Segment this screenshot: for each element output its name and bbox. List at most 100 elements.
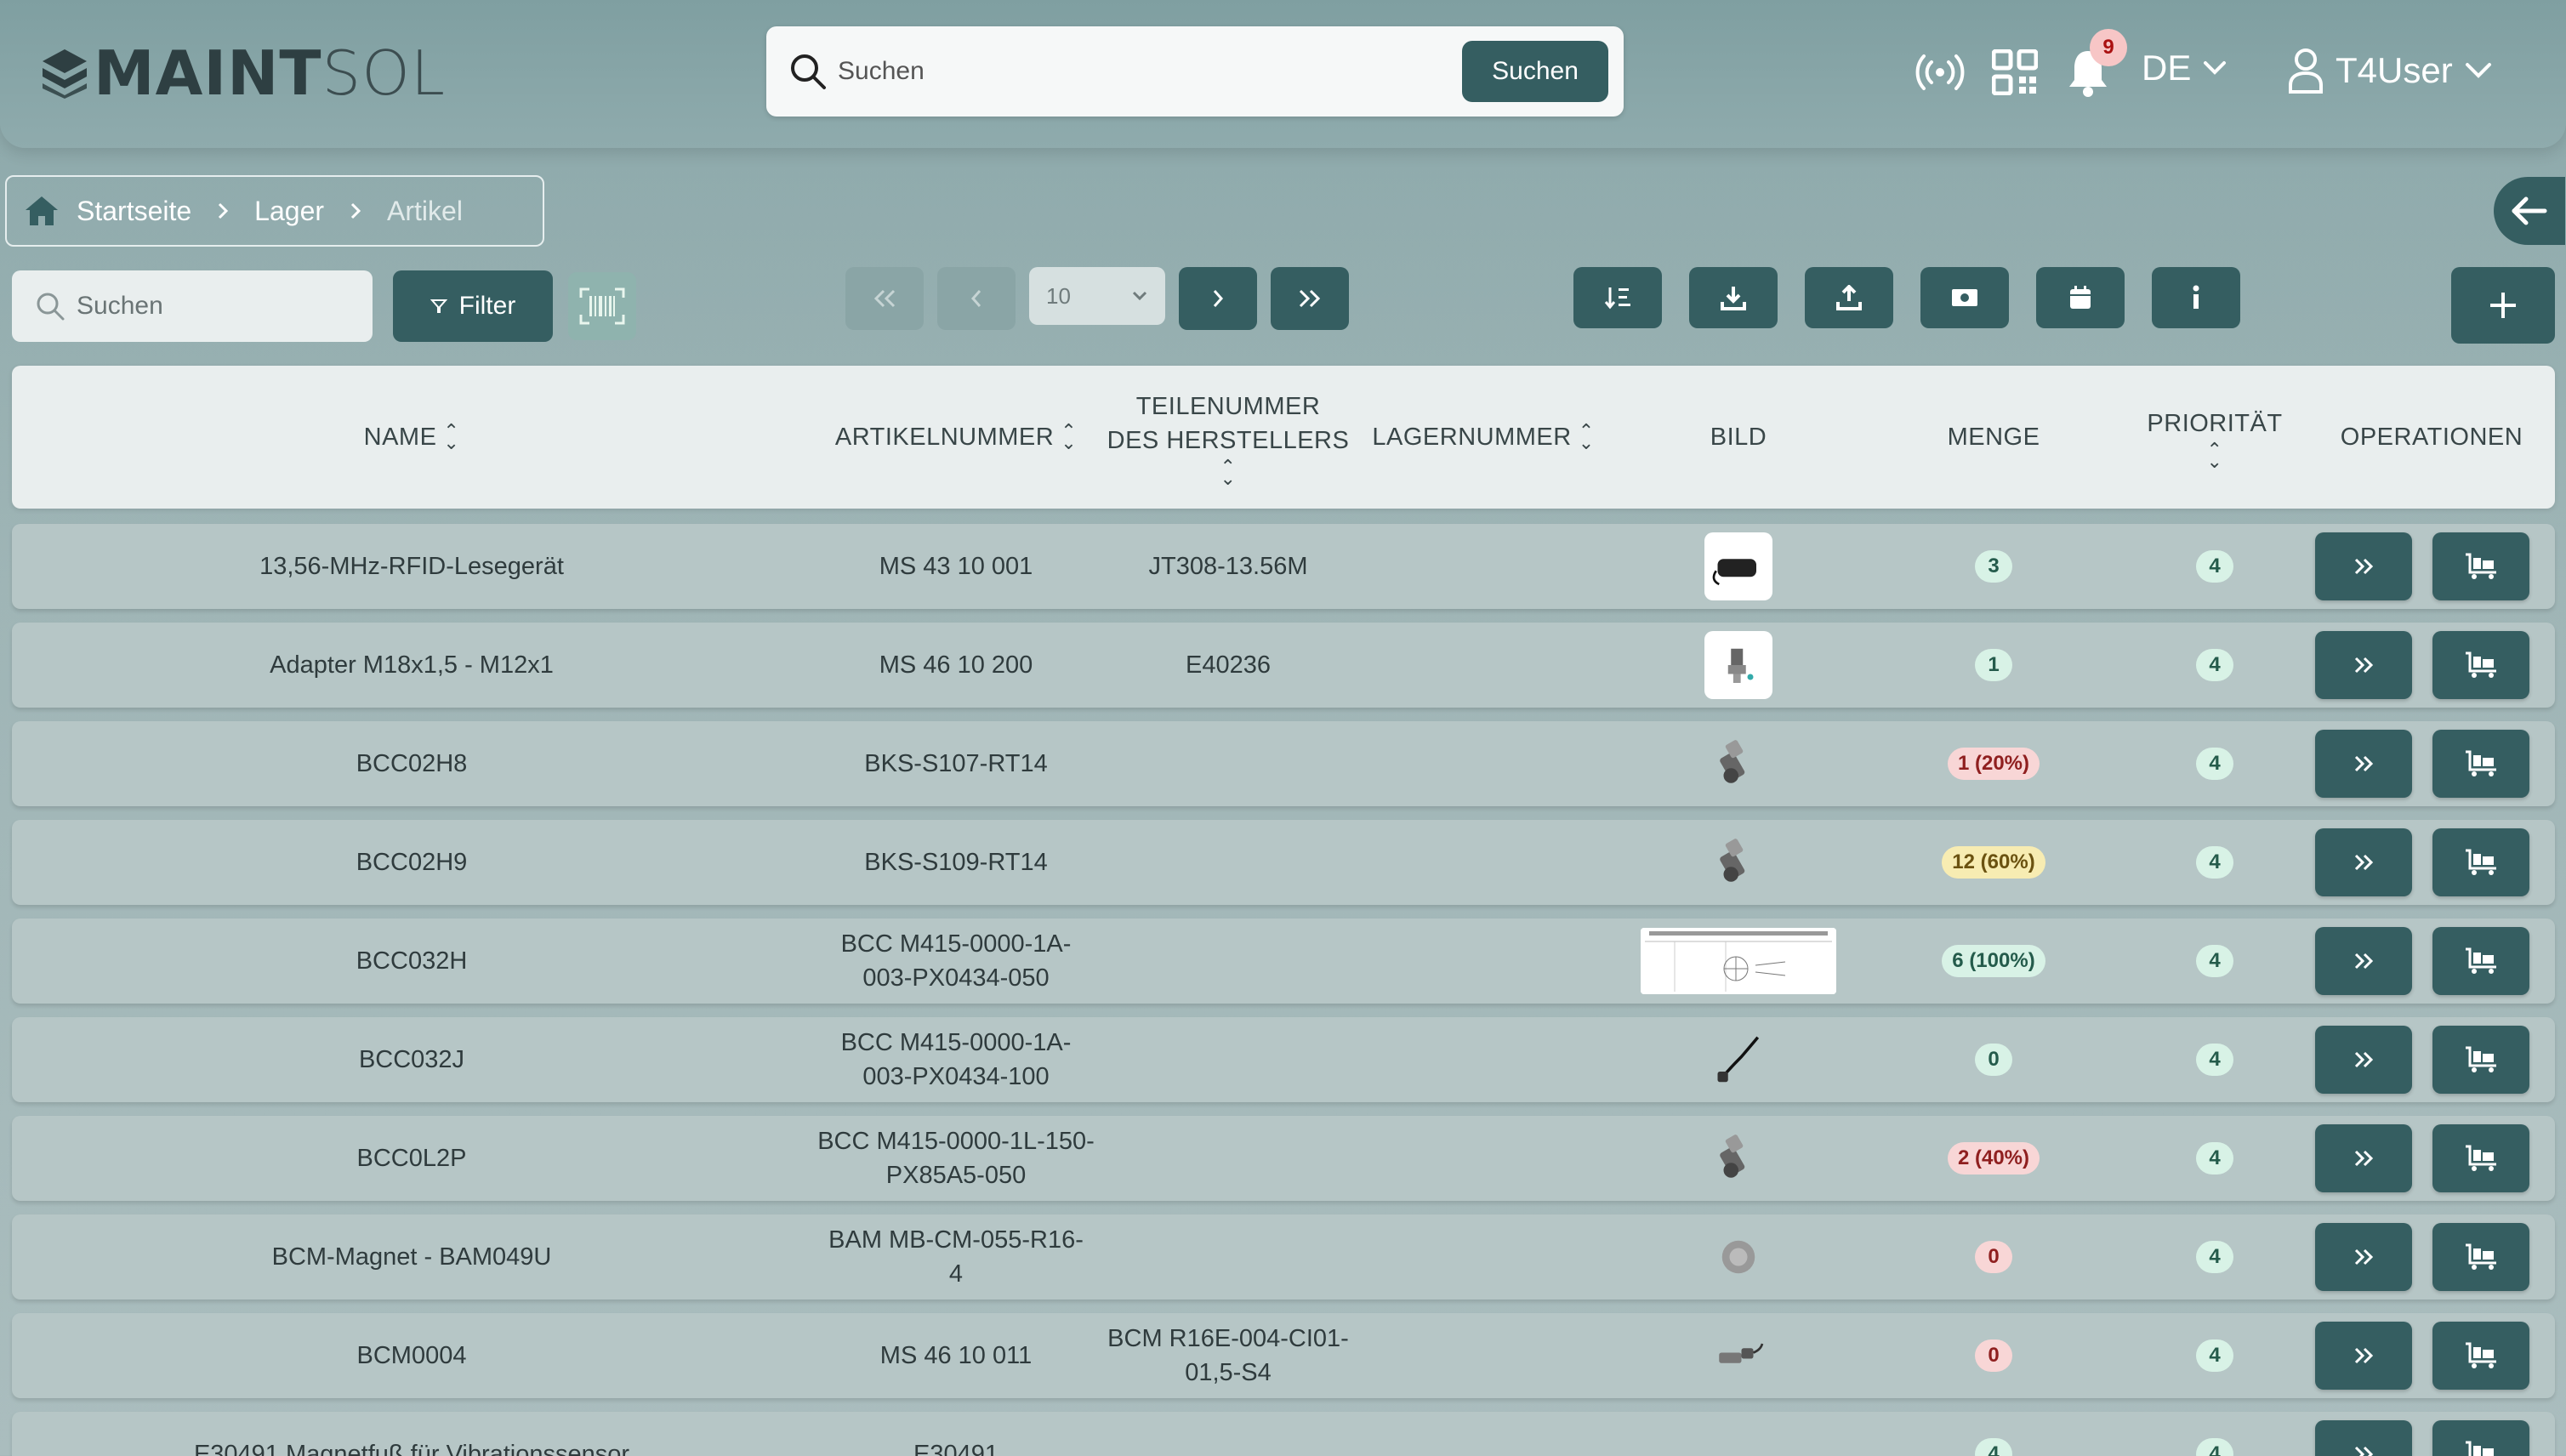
column-header-prioritaet[interactable]: PRIORITÄT ⌃ ⌄	[2087, 366, 2342, 509]
cell-lagernummer	[1356, 1017, 1611, 1102]
sort-button[interactable]	[1573, 267, 1662, 328]
filter-button[interactable]: Filter	[393, 270, 553, 342]
table-row-8[interactable]: BCM-Magnet - BAM049U BAM MB-CM-055-R16- 4…	[12, 1214, 2555, 1300]
open-details-button[interactable]	[2315, 927, 2412, 995]
previous-page-button[interactable]	[937, 267, 1016, 330]
chevron-down-icon	[2204, 61, 2227, 75]
table-row-7[interactable]: BCC0L2P BCC M415-0000-1L-150- PX85A5-050 …	[12, 1116, 2555, 1201]
next-page-button[interactable]	[1179, 267, 1257, 330]
language-selector[interactable]: DE	[2142, 48, 2227, 88]
cell-lagernummer	[1356, 721, 1611, 806]
add-article-button[interactable]	[2451, 267, 2555, 344]
table-row-1[interactable]: 13,56-MHz-RFID-Lesegerät MS 43 10 001 JT…	[12, 524, 2555, 609]
column-header-name[interactable]: NAME ⌃ ⌄	[12, 366, 811, 509]
stock-cart-button[interactable]	[2432, 927, 2529, 995]
rfid-icon[interactable]	[1915, 53, 1965, 92]
stock-cart-button[interactable]	[2432, 730, 2529, 798]
breadcrumb: Startseite Lager Artikel	[5, 175, 544, 247]
connector-image[interactable]	[1704, 730, 1772, 798]
open-details-button[interactable]	[2315, 730, 2412, 798]
user-menu[interactable]: T4User	[2288, 48, 2492, 94]
cell-name: BCC02H9	[356, 849, 468, 876]
stock-cart-button[interactable]	[2432, 1026, 2529, 1094]
user-name: T4User	[2336, 50, 2453, 90]
cell-lagernummer	[1356, 1116, 1611, 1201]
global-search-button[interactable]: Suchen	[1462, 41, 1608, 102]
cell-bild[interactable]	[1611, 721, 1866, 806]
open-details-button[interactable]	[2315, 1420, 2412, 1456]
cell-bild[interactable]	[1611, 524, 1866, 609]
open-details-button[interactable]	[2315, 1124, 2412, 1192]
cell-menge: 3	[1866, 524, 2121, 609]
cell-bild[interactable]	[1611, 1214, 1866, 1300]
cell-bild[interactable]	[1611, 1412, 1866, 1456]
cell-bild[interactable]	[1611, 820, 1866, 905]
table-row-3[interactable]: BCC02H8 BKS-S107-RT14 1 (20%) 4	[12, 721, 2555, 806]
connector-image[interactable]	[1704, 828, 1772, 896]
chevron-double-right-icon	[2354, 1248, 2374, 1265]
cell-artikelnummer: BKS-S109-RT14	[864, 849, 1048, 876]
cell-teilenummer	[1101, 919, 1356, 1004]
magnet-image[interactable]	[1704, 1223, 1772, 1291]
cell-menge: 0	[1866, 1017, 2121, 1102]
stock-cart-button[interactable]	[2432, 1322, 2529, 1390]
table-row-5[interactable]: BCC032H BCC M415-0000-1A- 003-PX0434-050 …	[12, 919, 2555, 1004]
cell-artikelnummer: BAM MB-CM-055-R16- 4	[828, 1226, 1084, 1288]
stock-cart-button[interactable]	[2432, 532, 2529, 600]
cell-bild[interactable]	[1611, 1017, 1866, 1102]
table-row-2[interactable]: Adapter M18x1,5 - M12x1 MS 46 10 200 E40…	[12, 623, 2555, 708]
rfid-reader-image[interactable]	[1704, 532, 1772, 600]
cell-bild[interactable]	[1611, 1116, 1866, 1201]
cell-menge: 1 (20%)	[1866, 721, 2121, 806]
money-button[interactable]	[1920, 267, 2009, 328]
cell-menge: 6 (100%)	[1866, 919, 2121, 1004]
table-row-4[interactable]: BCC02H9 BKS-S109-RT14 12 (60%) 4	[12, 820, 2555, 905]
column-header-artikelnummer[interactable]: ARTIKELNUMMER ⌃ ⌄	[811, 366, 1101, 509]
cable-image[interactable]	[1704, 1026, 1772, 1094]
qr-code-icon[interactable]	[1992, 49, 2038, 95]
app-logo[interactable]: MAINTSOL	[41, 37, 446, 109]
list-search-input[interactable]	[77, 292, 349, 321]
open-details-button[interactable]	[2315, 1026, 2412, 1094]
first-page-button[interactable]	[845, 267, 924, 330]
cell-bild[interactable]	[1611, 919, 1866, 1004]
cell-bild[interactable]	[1611, 1313, 1866, 1398]
breadcrumb-home[interactable]: Startseite	[77, 196, 191, 227]
filter-icon	[430, 299, 447, 313]
upload-button[interactable]	[1805, 267, 1893, 328]
cart-icon	[2466, 849, 2496, 875]
stock-cart-button[interactable]	[2432, 1223, 2529, 1291]
last-page-button[interactable]	[1271, 267, 1349, 330]
table-row-9[interactable]: BCM0004 MS 46 10 011 BCM R16E-004-CI01- 0…	[12, 1313, 2555, 1398]
open-details-button[interactable]	[2315, 1322, 2412, 1390]
open-details-button[interactable]	[2315, 631, 2412, 699]
open-details-button[interactable]	[2315, 1223, 2412, 1291]
chevron-double-right-icon	[2354, 1150, 2374, 1167]
table-row-10[interactable]: E30491 Magnetfuß für Vibrationssensor E3…	[12, 1412, 2555, 1456]
info-button[interactable]	[2152, 267, 2240, 328]
open-details-button[interactable]	[2315, 532, 2412, 600]
global-search-input[interactable]	[838, 57, 1462, 86]
open-details-button[interactable]	[2315, 828, 2412, 896]
stock-cart-button[interactable]	[2432, 1124, 2529, 1192]
column-header-lagernummer[interactable]: LAGERNUMMER ⌃ ⌄	[1356, 366, 1611, 509]
sensor-image[interactable]	[1704, 1322, 1772, 1390]
page-size-select[interactable]: 10	[1029, 267, 1165, 325]
barcode-scan-button[interactable]	[568, 272, 636, 340]
table-row-6[interactable]: BCC032J BCC M415-0000-1A- 003-PX0434-100 …	[12, 1017, 2555, 1102]
adapter-image[interactable]	[1704, 631, 1772, 699]
cell-bild[interactable]	[1611, 623, 1866, 708]
breadcrumb-lager[interactable]: Lager	[254, 196, 324, 227]
connector-image[interactable]	[1704, 1124, 1772, 1192]
stock-cart-button[interactable]	[2432, 828, 2529, 896]
calendar-button[interactable]	[2036, 267, 2125, 328]
column-header-teilenummer[interactable]: TEILENUMMER DES HERSTELLERS ⌃ ⌄	[1101, 366, 1356, 509]
stock-cart-button[interactable]	[2432, 1420, 2529, 1456]
column-header-bild: BILD	[1710, 424, 1767, 451]
back-button[interactable]	[2494, 177, 2565, 245]
pinout-document-image[interactable]	[1641, 928, 1836, 994]
arrow-left-icon	[2512, 196, 2547, 225]
priority-badge: 4	[2196, 846, 2233, 879]
stock-cart-button[interactable]	[2432, 631, 2529, 699]
download-button[interactable]	[1689, 267, 1778, 328]
